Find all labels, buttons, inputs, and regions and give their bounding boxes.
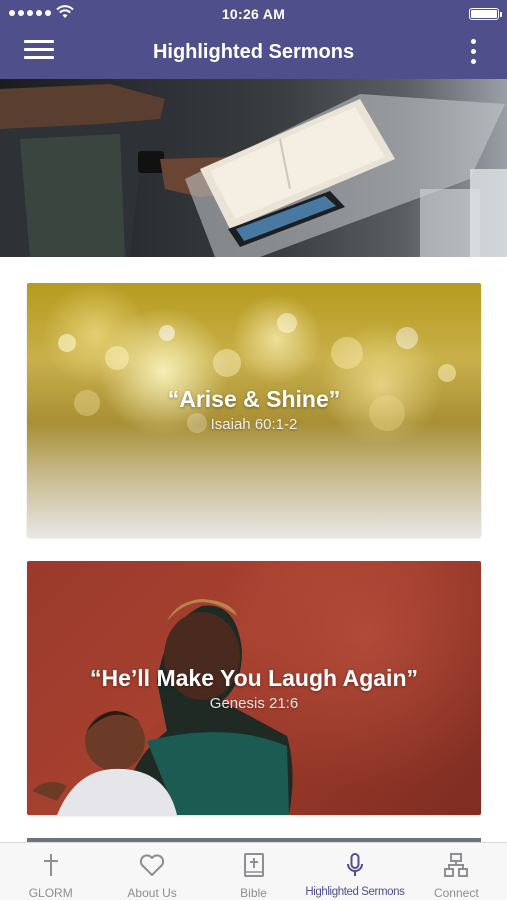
tab-connect[interactable]: Connect (406, 843, 507, 900)
heart-icon (140, 854, 165, 876)
sermon-title: “Arise & Shine” (167, 386, 341, 412)
navigation-bar: Highlighted Sermons (0, 26, 507, 79)
tab-highlighted-sermons[interactable]: Highlighted Sermons (304, 843, 405, 900)
status-time: 10:26 AM (221, 6, 286, 22)
sermon-card[interactable]: “Arise & Shine” Isaiah 60:1-2 (27, 283, 481, 537)
tab-label: GLORM (28, 886, 73, 900)
sermon-card[interactable]: “He’ll Make You Laugh Again” Genesis 21:… (27, 561, 481, 815)
battery-icon (469, 8, 502, 20)
cross-icon (43, 854, 58, 876)
sermon-scripture-reference: Isaiah 60:1-2 (210, 416, 298, 433)
tab-label: Connect (433, 886, 479, 900)
tab-about-us[interactable]: About Us (101, 843, 202, 900)
tab-label: Bible (240, 886, 267, 900)
microphone-icon (346, 853, 363, 876)
network-icon (444, 853, 469, 877)
sermon-scripture-reference: Genesis 21:6 (209, 695, 299, 712)
hero-image (0, 79, 507, 257)
status-bar: 10:26 AM (0, 0, 507, 26)
tab-bible[interactable]: Bible (203, 843, 304, 900)
vertical-ellipsis-icon[interactable] (469, 39, 477, 67)
sermon-title: “He’ll Make You Laugh Again” (89, 665, 418, 691)
tab-bar: GLORM About Us Bible Highlighted Sermons… (0, 842, 507, 900)
bible-book-icon (243, 853, 264, 877)
tab-glorm[interactable]: GLORM (0, 843, 101, 900)
tab-label: Highlighted Sermons (305, 886, 405, 898)
tab-label: About Us (127, 886, 177, 900)
top-bar: 10:26 AM Highlighted Sermons (0, 0, 507, 79)
page-title: Highlighted Sermons (152, 41, 355, 63)
